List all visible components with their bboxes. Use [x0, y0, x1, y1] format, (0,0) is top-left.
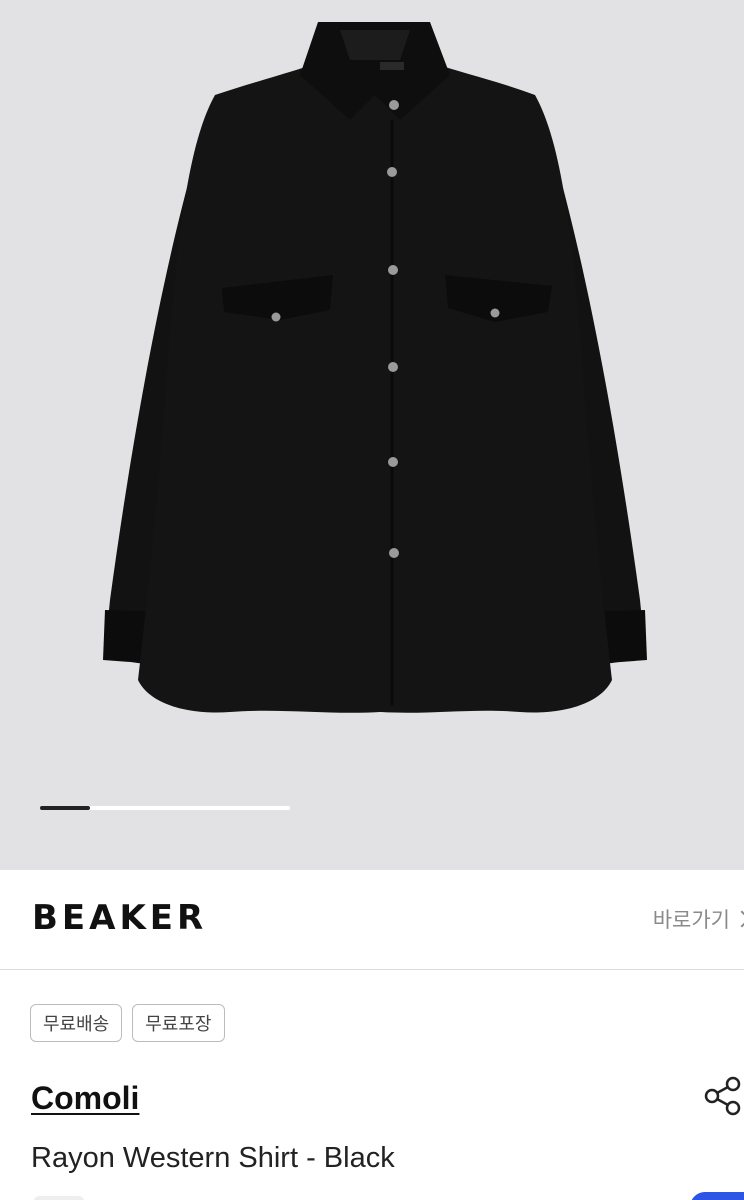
benefit-tags: 무료배송 무료포장	[30, 1004, 225, 1042]
tag-free-wrapping: 무료포장	[132, 1004, 225, 1042]
partial-badge	[34, 1196, 84, 1200]
tag-free-shipping: 무료배송	[30, 1004, 123, 1042]
brand-logo: BEAKER	[32, 898, 208, 938]
product-image-gallery[interactable]	[0, 0, 744, 870]
brand-shortcut-link[interactable]: 바로가기	[653, 904, 744, 934]
chevron-right-icon	[733, 910, 744, 928]
product-name: Rayon Western Shirt - Black	[31, 1142, 395, 1174]
product-brand-link[interactable]: Comoli	[31, 1080, 139, 1117]
brand-shortcut-label: 바로가기	[652, 909, 730, 932]
slide-indicator-progress	[40, 806, 90, 810]
brand-bar: BEAKER 바로가기	[0, 870, 744, 970]
floating-action-button[interactable]	[690, 1192, 744, 1200]
slide-indicator	[40, 806, 290, 810]
share-icon[interactable]	[700, 1074, 744, 1118]
product-image	[103, 22, 647, 713]
